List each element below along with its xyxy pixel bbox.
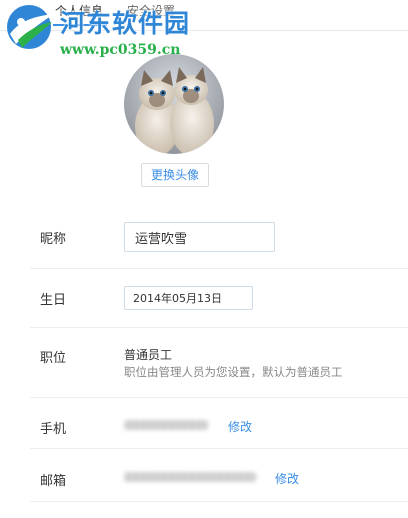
position-label: 职位 <box>40 351 67 366</box>
watermark-logo-icon <box>7 5 54 49</box>
divider <box>30 501 408 502</box>
divider <box>30 268 408 269</box>
email-label: 邮箱 <box>40 474 67 489</box>
nickname-input[interactable] <box>124 222 275 252</box>
position-note: 职位由管理人员为您设置，默认为普通员工 <box>124 365 343 379</box>
email-value-blurred <box>124 472 256 482</box>
change-avatar-button[interactable]: 更换头像 <box>141 163 209 187</box>
phone-modify-link[interactable]: 修改 <box>228 418 252 435</box>
divider <box>30 397 408 398</box>
birthday-input[interactable] <box>124 286 253 310</box>
phone-label: 手机 <box>40 422 67 437</box>
phone-value-blurred <box>124 420 208 430</box>
email-modify-link[interactable]: 修改 <box>275 470 299 487</box>
divider <box>30 327 408 328</box>
nickname-label: 昵称 <box>40 232 67 247</box>
birthday-label: 生日 <box>40 293 67 308</box>
avatar-cats-image <box>124 54 224 154</box>
divider <box>30 448 408 449</box>
position-value: 普通员工 <box>124 348 173 362</box>
avatar <box>124 54 224 154</box>
watermark-title: 河东软件园 <box>60 9 191 38</box>
